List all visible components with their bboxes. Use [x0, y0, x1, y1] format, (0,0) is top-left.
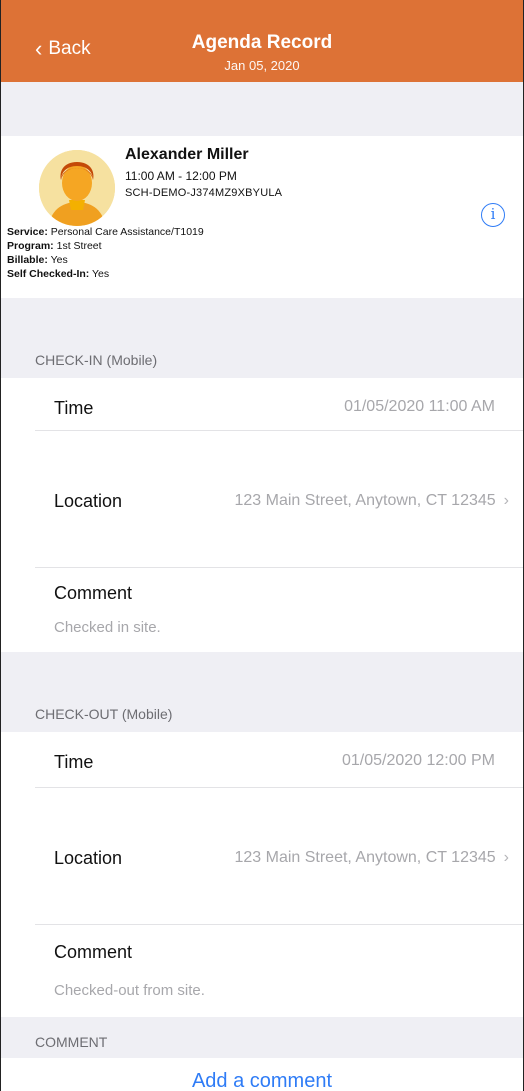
person-avatar-icon	[39, 150, 115, 226]
checkout-comment-label: Comment	[54, 942, 133, 962]
comment-header: COMMENT	[35, 1034, 108, 1050]
divider	[35, 567, 523, 568]
avatar	[39, 150, 115, 226]
checkout-location-text: 123 Main Street, Anytown, CT 12345	[234, 849, 496, 866]
self-checked-value: Yes	[92, 268, 110, 280]
service-value: Personal Care Assistance/T1019	[50, 226, 204, 238]
checkin-comment-label: Comment	[54, 583, 133, 603]
appointment-time: 11:00 AM - 12:00 PM	[125, 169, 237, 183]
service-line: Service: Personal Care Assistance/T1019	[7, 226, 204, 238]
add-comment-button[interactable]: Add a comment	[1, 1070, 523, 1091]
program-value: 1st Street	[56, 240, 102, 252]
checkin-comment-value: Checked in site.	[54, 619, 161, 636]
page-subtitle: Jan 05, 2020	[224, 58, 300, 73]
checkout-time-label: Time	[54, 752, 94, 772]
checkin-time-label: Time	[54, 398, 94, 418]
checkin-location-row[interactable]: Location 123 Main Street, Anytown, CT 12…	[1, 431, 523, 567]
billable-line: Billable: Yes	[7, 254, 68, 266]
checkin-group: Time 01/05/2020 11:00 AM Location 123 Ma…	[1, 378, 523, 652]
self-checked-label: Self Checked-In:	[7, 268, 90, 280]
billable-label: Billable:	[7, 254, 48, 266]
checkin-header: CHECK-IN (Mobile)	[35, 352, 158, 368]
checkout-header: CHECK-OUT (Mobile)	[35, 706, 173, 722]
client-card: Alexander Miller 11:00 AM - 12:00 PM SCH…	[1, 136, 523, 298]
service-label: Service:	[7, 226, 48, 238]
divider	[35, 924, 523, 925]
self-checked-line: Self Checked-In: Yes	[7, 268, 109, 280]
checkout-location-label: Location	[54, 848, 123, 868]
page-title: Agenda Record	[191, 32, 333, 53]
checkout-location-value: 123 Main Street, Anytown, CT 12345 ›	[234, 849, 509, 867]
checkin-location-value: 123 Main Street, Anytown, CT 12345 ›	[234, 492, 509, 510]
nav-bar: ‹ Back Agenda Record Jan 05, 2020	[1, 0, 523, 82]
billable-value: Yes	[50, 254, 68, 266]
checkout-group: Time 01/05/2020 12:00 PM Location 123 Ma…	[1, 732, 523, 1017]
chevron-right-icon: ›	[503, 849, 509, 866]
checkin-location-label: Location	[54, 491, 123, 511]
program-line: Program: 1st Street	[7, 240, 102, 252]
chevron-right-icon: ›	[503, 492, 509, 509]
checkout-location-row[interactable]: Location 123 Main Street, Anytown, CT 12…	[1, 788, 523, 924]
checkin-location-text: 123 Main Street, Anytown, CT 12345	[234, 492, 496, 509]
info-circle-icon[interactable]: i	[481, 203, 505, 227]
checkout-comment-value: Checked-out from site.	[54, 982, 205, 999]
checkout-time-value: 01/05/2020 12:00 PM	[341, 752, 495, 769]
checkin-time-value: 01/05/2020 11:00 AM	[344, 398, 495, 415]
schedule-id: SCH-DEMO-J374MZ9XBYULA	[125, 187, 283, 199]
client-name: Alexander Miller	[125, 146, 249, 163]
program-label: Program:	[7, 240, 54, 252]
